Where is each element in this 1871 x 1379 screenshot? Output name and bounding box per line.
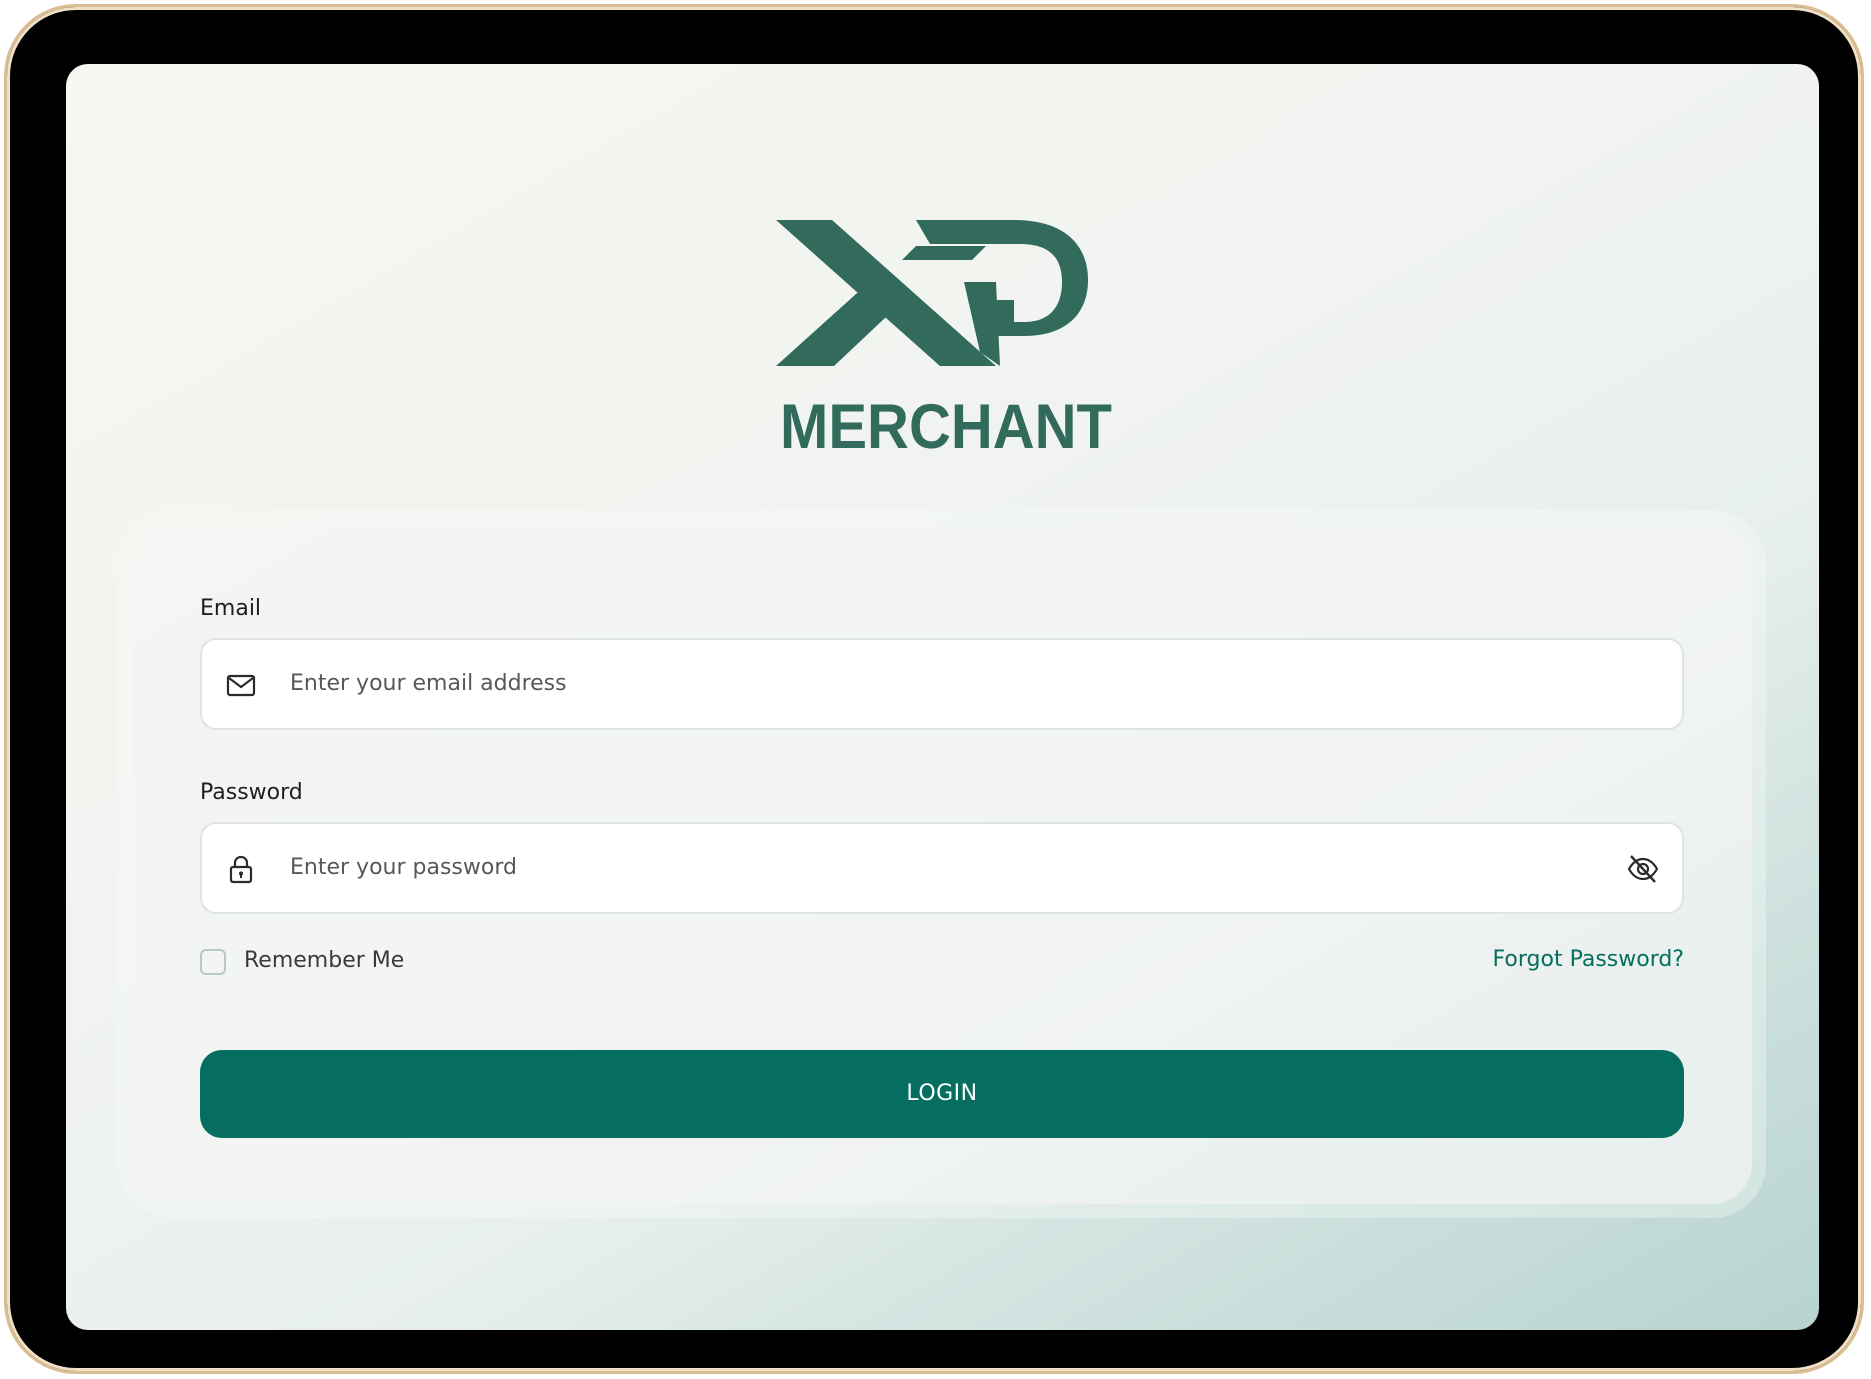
login-button[interactable]: LOGIN <box>200 1050 1684 1138</box>
email-placeholder: Enter your email address <box>290 671 567 696</box>
password-placeholder: Enter your password <box>290 855 517 880</box>
eye-off-icon[interactable] <box>1626 852 1660 886</box>
password-field[interactable]: Enter your password <box>200 822 1684 914</box>
forgot-password-link[interactable]: Forgot Password? <box>1493 947 1684 972</box>
lock-icon <box>226 854 256 884</box>
email-label: Email <box>200 596 262 621</box>
remember-me-label[interactable]: Remember Me <box>244 948 404 973</box>
xp-merchant-logo: MERCHANT <box>776 210 1116 453</box>
email-field[interactable]: Enter your email address <box>200 638 1684 730</box>
mail-icon <box>226 670 256 700</box>
remember-me-checkbox[interactable] <box>200 949 226 975</box>
login-card: Email Enter your email address Password <box>132 524 1752 1204</box>
tablet-frame: MERCHANT Email Enter your email address … <box>4 4 1864 1374</box>
password-label: Password <box>200 780 303 805</box>
login-screen: MERCHANT Email Enter your email address … <box>66 64 1819 1330</box>
brand-name: MERCHANT <box>780 392 1112 453</box>
